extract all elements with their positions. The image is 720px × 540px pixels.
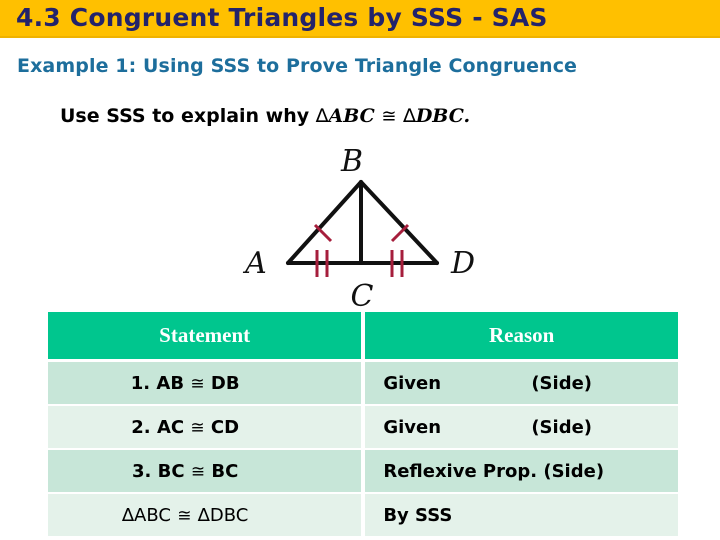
reason-tag-2: (Side) bbox=[531, 416, 593, 438]
vertex-label-d: D bbox=[450, 246, 475, 281]
triangle-diagram-svg: B A C D bbox=[242, 144, 475, 310]
statement-segment-left-3: BC bbox=[157, 460, 185, 482]
statement-cell-3: 3. BC ≅ BC bbox=[48, 450, 366, 494]
statement-cell-1: 1. AB ≅ DB bbox=[48, 362, 366, 406]
column-header-statement: Statement bbox=[48, 312, 366, 362]
reason-text-2: Given bbox=[383, 416, 442, 438]
reason-text-1: Given bbox=[383, 372, 442, 394]
statement-triangle-right-4: ∆DBC bbox=[197, 504, 249, 526]
reason-cell-2: Given (Side) bbox=[365, 406, 678, 450]
reason-cell-1: Given (Side) bbox=[365, 362, 678, 406]
reason-text-3: Reflexive Prop. (Side) bbox=[383, 460, 605, 482]
vertex-label-c: C bbox=[351, 279, 374, 310]
reason-text-4: By SSS bbox=[383, 504, 453, 526]
prompt-period: . bbox=[463, 105, 471, 127]
reason-tag-1: (Side) bbox=[531, 372, 593, 394]
statement-cell-2: 2. AC ≅ CD bbox=[48, 406, 366, 450]
tick-mark-leg-right bbox=[390, 223, 410, 243]
statement-segment-right-2: CD bbox=[210, 416, 240, 438]
statement-segment-left-2: AC bbox=[156, 416, 185, 438]
table-header: Statement Reason bbox=[48, 312, 678, 362]
statement-cell-4: ∆ABC ≅ ∆DBC bbox=[48, 494, 366, 538]
table-header-row: Statement Reason bbox=[48, 312, 678, 362]
prompt-statement: Use SSS to explain why ∆ABC ≅ ∆DBC. bbox=[60, 105, 470, 127]
statement-triangle-left-4: ∆ABC bbox=[122, 504, 171, 526]
prompt-triangle-dbc: DBC bbox=[415, 105, 464, 127]
prompt-triangle-symbol-1: ∆ bbox=[315, 105, 329, 127]
table-row: 2. AC ≅ CD Given (Side) bbox=[48, 406, 678, 450]
reason-cell-3: Reflexive Prop. (Side) bbox=[365, 450, 678, 494]
statement-segment-left-1: AB bbox=[156, 372, 185, 394]
page-title: 4.3 Congruent Triangles by SSS - SAS bbox=[16, 3, 548, 32]
table-body: 1. AB ≅ DB Given (Side) 2. AC ≅ CD Given… bbox=[48, 362, 678, 538]
two-column-proof-table: Statement Reason 1. AB ≅ DB Given (Side) bbox=[48, 312, 678, 538]
statement-segment-right-1: DB bbox=[210, 372, 240, 394]
example-subtitle: Example 1: Using SSS to Prove Triangle C… bbox=[17, 55, 578, 77]
prompt-lead-text: Use SSS to explain why bbox=[60, 105, 316, 127]
statement-congruent-3: ≅ bbox=[190, 461, 206, 482]
statement-congruent-4: ≅ bbox=[177, 505, 192, 526]
statement-congruent-2: ≅ bbox=[190, 417, 205, 438]
triangle-diagram: B A C D bbox=[230, 138, 490, 310]
slide-title-bar: 4.3 Congruent Triangles by SSS - SAS bbox=[0, 0, 720, 38]
vertex-label-b: B bbox=[340, 144, 363, 179]
prompt-congruent-symbol: ≅ bbox=[381, 106, 397, 127]
statement-number-2: 2. bbox=[131, 416, 151, 438]
column-header-reason: Reason bbox=[365, 312, 678, 362]
statement-segment-right-3: BC bbox=[211, 460, 239, 482]
prompt-triangle-symbol-2: ∆ bbox=[403, 105, 416, 127]
statement-number-3: 3. bbox=[131, 460, 152, 482]
statement-congruent-1: ≅ bbox=[190, 373, 205, 394]
table-row: 3. BC ≅ BC Reflexive Prop. (Side) bbox=[48, 450, 678, 494]
vertex-label-a: A bbox=[242, 246, 267, 281]
reason-cell-4: By SSS bbox=[365, 494, 678, 538]
statement-number-1: 1. bbox=[130, 372, 151, 394]
prompt-triangle-abc: ABC bbox=[328, 105, 375, 127]
table-row: 1. AB ≅ DB Given (Side) bbox=[48, 362, 678, 406]
table-row: ∆ABC ≅ ∆DBC By SSS bbox=[48, 494, 678, 538]
